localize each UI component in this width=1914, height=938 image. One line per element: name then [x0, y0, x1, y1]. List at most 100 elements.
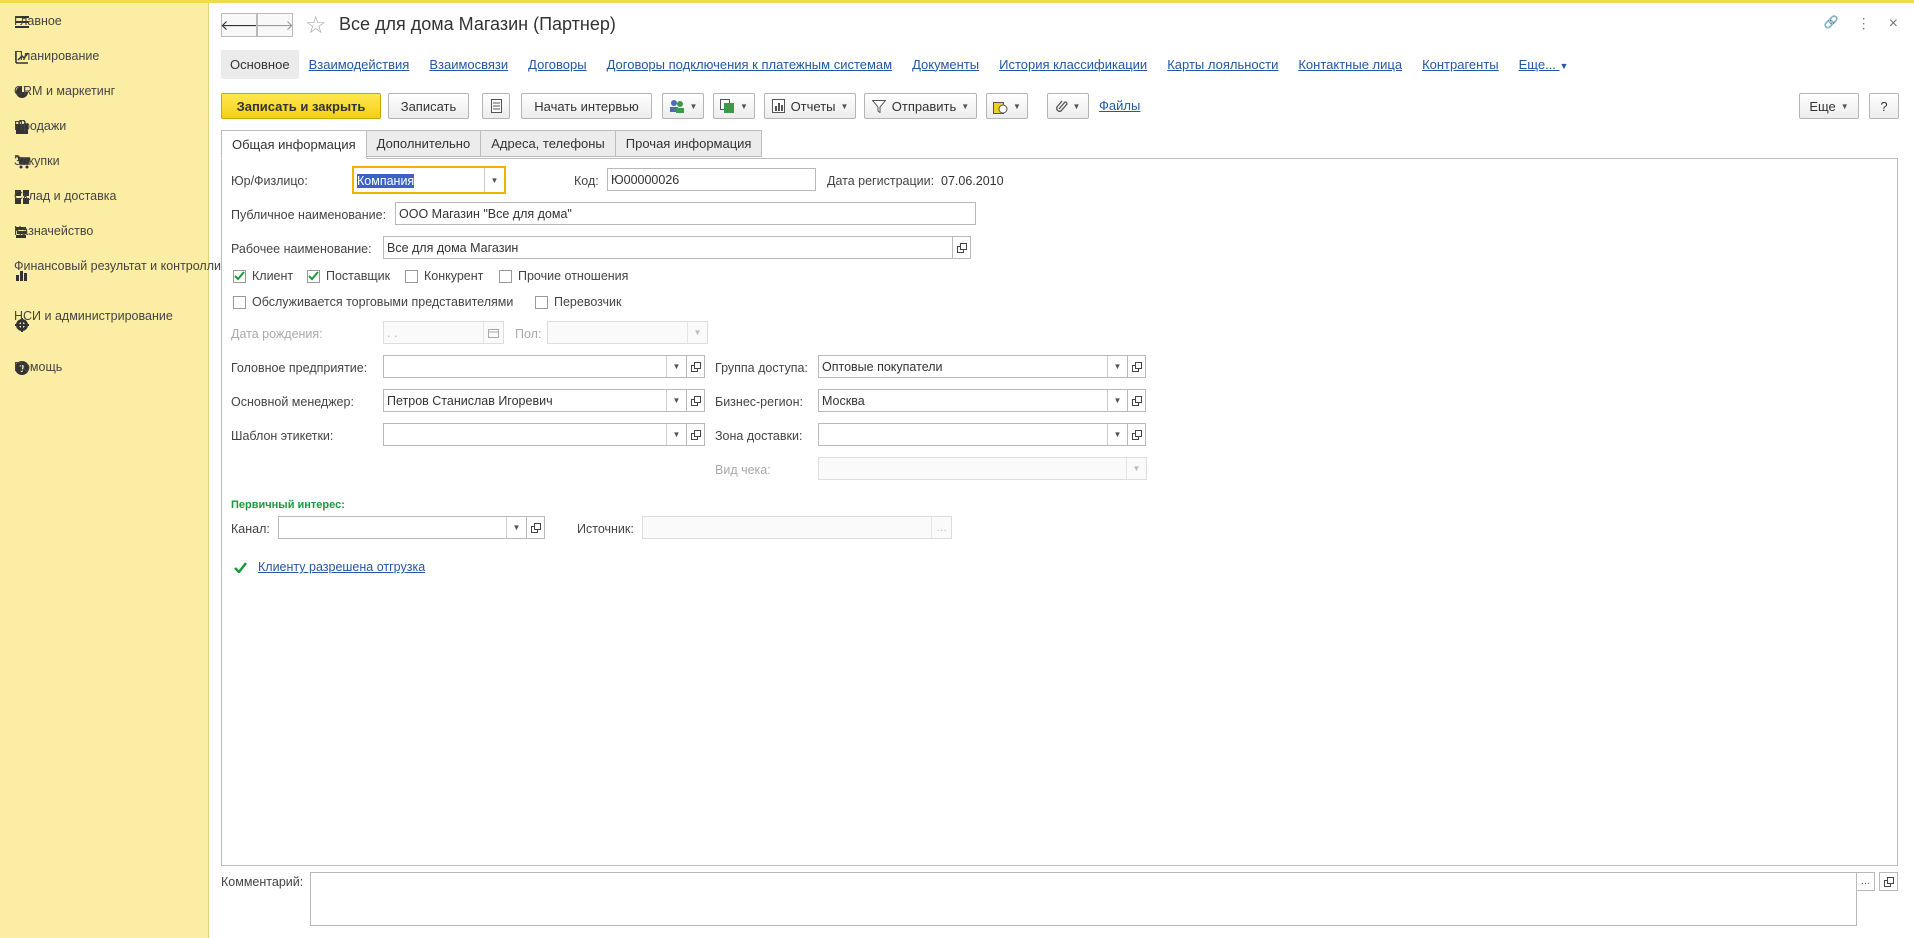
link-contact-persons[interactable]: Контактные лица — [1298, 57, 1402, 72]
sidebar-item-crm[interactable]: CRM и маркетинг — [0, 84, 115, 100]
open-window-icon — [1883, 876, 1894, 887]
access-group-open-button[interactable] — [1127, 355, 1146, 378]
legal-type-select[interactable]: Компания ▼ — [352, 166, 506, 194]
close-icon[interactable]: × — [1889, 15, 1898, 33]
label-template-open-button[interactable] — [686, 423, 705, 446]
other-relations-checkbox[interactable]: Прочие отношения — [499, 269, 628, 283]
head-company-label: Головное предприятие: — [231, 361, 368, 375]
competitor-checkbox[interactable]: Конкурент — [405, 269, 483, 283]
tab-general-info[interactable]: Общая информация — [221, 130, 367, 159]
sidebar-item-admin[interactable]: НСИ и администрирование — [0, 309, 205, 333]
tab-main[interactable]: Основное — [221, 49, 299, 79]
channel-open-button[interactable] — [526, 516, 545, 539]
manager-open-button[interactable] — [686, 389, 705, 412]
sidebar-item-purchases[interactable]: Закупки — [0, 154, 60, 170]
delivery-zone-label: Зона доставки: — [715, 429, 803, 443]
start-interview-button[interactable]: Начать интервью — [521, 93, 652, 119]
registration-date-value: 07.06.2010 — [941, 174, 1004, 188]
link-payment-contracts[interactable]: Договоры подключения к платежным система… — [607, 57, 893, 72]
send-button[interactable]: Отправить ▼ — [864, 93, 977, 119]
dropdown-arrow-icon: ▼ — [687, 322, 707, 343]
sidebar-item-treasury[interactable]: Казначейство — [0, 224, 93, 240]
sidebar-item-label: Казначейство — [14, 224, 94, 238]
link-more[interactable]: Еще... ▼ — [1519, 57, 1569, 72]
supplier-checkbox[interactable]: Поставщик — [307, 269, 390, 283]
dropdown-arrow-icon[interactable]: ▼ — [484, 168, 504, 192]
link-icon[interactable]: 🔗 — [1824, 15, 1839, 33]
toolbar: Записать и закрыть Записать Начать интер… — [221, 93, 1906, 119]
dropdown-arrow-icon[interactable]: ▼ — [666, 356, 686, 377]
main-area: 🡐 🡒 ☆ Все для дома Магазин (Партнер) 🔗 ⋮… — [220, 3, 1906, 938]
work-name-field[interactable]: Все для дома Магазин — [383, 236, 953, 259]
reports-button[interactable]: Отчеты ▼ — [764, 93, 856, 119]
sales-reps-checkbox[interactable]: Обслуживается торговыми представителями — [233, 295, 513, 309]
print-button[interactable]: ▼ — [986, 93, 1028, 119]
comment-open-button[interactable] — [1879, 872, 1898, 891]
back-button[interactable]: 🡐 — [220, 13, 258, 37]
files-link[interactable]: Файлы — [1099, 98, 1140, 113]
label-template-select[interactable]: ▼ — [383, 423, 687, 446]
receipt-type-label: Вид чека: — [715, 463, 771, 477]
save-button[interactable]: Записать — [388, 93, 469, 119]
open-window-icon — [956, 242, 967, 253]
link-contracts[interactable]: Договоры — [528, 57, 586, 72]
comment-textarea[interactable] — [310, 872, 1857, 926]
client-checkbox[interactable]: Клиент — [233, 269, 293, 283]
channel-label: Канал: — [231, 522, 270, 536]
sidebar-item-sales[interactable]: Продажи — [0, 119, 66, 135]
sidebar-item-planning[interactable]: Планирование — [0, 49, 99, 65]
tab-other-info[interactable]: Прочая информация — [614, 130, 763, 157]
dropdown-arrow-icon[interactable]: ▼ — [666, 424, 686, 445]
more-vertical-icon[interactable]: ⋮ — [1857, 15, 1871, 33]
help-button[interactable]: ? — [1869, 93, 1899, 119]
link-classification-history[interactable]: История классификации — [999, 57, 1147, 72]
birth-date-value: . . — [387, 326, 398, 340]
dropdown-arrow-icon[interactable]: ▼ — [1107, 356, 1127, 377]
manager-select[interactable]: Петров Станислав Игоревич ▼ — [383, 389, 687, 412]
reports-label: Отчеты — [790, 98, 836, 114]
gender-select: ▼ — [547, 321, 708, 344]
document-button[interactable] — [482, 93, 510, 119]
head-company-select[interactable]: ▼ — [383, 355, 687, 378]
comment-ellipsis-button[interactable]: … — [1856, 872, 1875, 891]
dropdown-arrow-icon[interactable]: ▼ — [1107, 390, 1127, 411]
channel-select[interactable]: ▼ — [278, 516, 527, 539]
create-based-button[interactable]: ▼ — [713, 93, 755, 119]
code-field[interactable]: Ю00000026 — [607, 168, 816, 191]
favorite-star-icon[interactable]: ☆ — [305, 11, 327, 40]
link-relations[interactable]: Взаимосвязи — [429, 57, 508, 72]
carrier-checkbox[interactable]: Перевозчик — [535, 295, 621, 309]
sidebar-item-finance[interactable]: Финансовый результат и контроллинг — [0, 259, 232, 283]
sidebar-item-warehouse[interactable]: Склад и доставка — [0, 189, 116, 205]
dropdown-arrow-icon[interactable]: ▼ — [506, 517, 526, 538]
more-actions-button[interactable]: Еще ▼ — [1799, 93, 1859, 119]
business-region-open-button[interactable] — [1127, 389, 1146, 412]
business-region-select[interactable]: Москва ▼ — [818, 389, 1128, 412]
link-interactions[interactable]: Взаимодействия — [309, 57, 410, 72]
link-counterparties[interactable]: Контрагенты — [1422, 57, 1499, 72]
access-group-select[interactable]: Оптовые покупатели ▼ — [818, 355, 1128, 378]
checkmark-icon — [308, 271, 319, 281]
link-documents[interactable]: Документы — [912, 57, 979, 72]
birth-date-field: . . — [383, 321, 504, 344]
public-name-field[interactable]: ООО Магазин "Все для дома" — [395, 202, 976, 225]
tab-addresses-phones[interactable]: Адреса, телефоны — [480, 130, 616, 157]
work-name-open-button[interactable] — [952, 236, 971, 259]
sidebar-item-main[interactable]: Главное — [0, 14, 62, 30]
shipment-allowed-link[interactable]: Клиенту разрешена отгрузка — [258, 560, 425, 574]
dropdown-arrow-icon[interactable]: ▼ — [666, 390, 686, 411]
link-loyalty-cards[interactable]: Карты лояльности — [1167, 57, 1278, 72]
attachments-button[interactable]: ▼ — [1047, 93, 1089, 119]
green-check-icon — [234, 562, 247, 573]
delivery-zone-select[interactable]: ▼ — [818, 423, 1128, 446]
checkbox-box — [233, 269, 246, 283]
delivery-zone-open-button[interactable] — [1127, 423, 1146, 446]
tab-additional[interactable]: Дополнительно — [365, 130, 482, 157]
head-company-open-button[interactable] — [686, 355, 705, 378]
save-and-close-button[interactable]: Записать и закрыть — [221, 93, 381, 119]
ellipsis-icon: … — [931, 517, 951, 538]
sidebar-item-help[interactable]: ? Помощь — [0, 360, 62, 376]
dropdown-arrow-icon[interactable]: ▼ — [1107, 424, 1127, 445]
users-menu-button[interactable]: ▼ — [662, 93, 704, 119]
forward-button[interactable]: 🡒 — [256, 13, 294, 37]
